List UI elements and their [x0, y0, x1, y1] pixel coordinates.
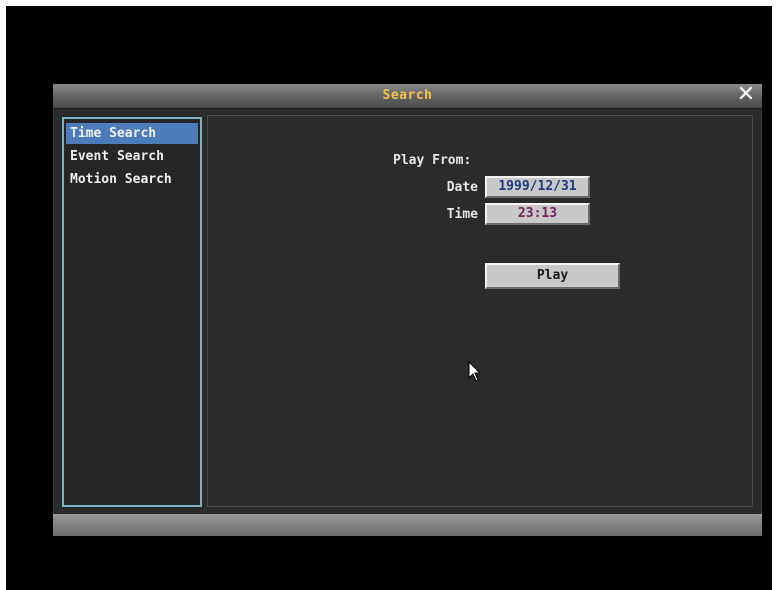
- time-field[interactable]: 23:13: [485, 203, 590, 225]
- dialog-title: Search: [382, 88, 433, 103]
- close-icon[interactable]: ✕: [736, 84, 756, 106]
- date-label: Date: [446, 180, 478, 195]
- search-type-menu: Time Search Event Search Motion Search: [62, 117, 202, 507]
- mouse-pointer-icon: [468, 361, 482, 382]
- date-field[interactable]: 1999/12/31: [485, 176, 590, 198]
- search-dialog: Search ✕ Time Search Event Search Motion…: [53, 84, 762, 536]
- time-label: Time: [446, 207, 478, 222]
- play-from-label: Play From:: [393, 153, 472, 168]
- dvr-screen: Search ✕ Time Search Event Search Motion…: [6, 6, 772, 590]
- title-bar: Search ✕: [53, 84, 762, 109]
- status-bar: [53, 514, 762, 536]
- menu-item-motion-search[interactable]: Motion Search: [66, 169, 198, 190]
- play-button[interactable]: Play: [485, 263, 620, 289]
- menu-item-event-search[interactable]: Event Search: [66, 146, 198, 167]
- menu-item-time-search[interactable]: Time Search: [66, 123, 198, 144]
- time-search-panel: Play From: Date 1999/12/31 Time 23:13 Pl…: [207, 115, 753, 507]
